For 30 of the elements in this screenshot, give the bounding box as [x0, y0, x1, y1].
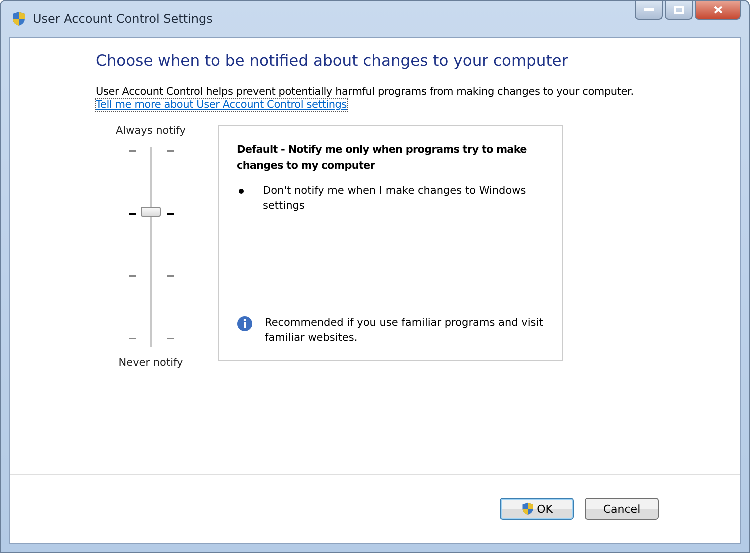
- tick-mark: [129, 338, 136, 339]
- tick-mark: [129, 275, 136, 276]
- maximize-icon: [674, 6, 684, 14]
- tick-mark: [167, 212, 174, 215]
- tick-mark: [129, 212, 136, 215]
- tick-mark: [167, 275, 174, 276]
- slider-top-label: Always notify: [116, 125, 186, 137]
- tick-mark: [167, 150, 174, 152]
- tick-mark: [167, 338, 174, 339]
- window-title: User Account Control Settings: [33, 12, 214, 26]
- description-note: Recommended if you use familiar programs and visit familiar websites.: [265, 316, 544, 346]
- minimize-icon: [644, 8, 654, 12]
- tick-mark: [129, 150, 136, 152]
- dialog-button[interactable]: Cancel: [585, 498, 659, 520]
- help-link[interactable]: Tell me more about User Account Control settings: [96, 99, 348, 111]
- description-bullet: Don't notify me when I make changes to Windows settings: [263, 184, 528, 214]
- minimize-button[interactable]: [635, 1, 663, 20]
- dialog-button[interactable]: OK: [500, 498, 574, 520]
- shield-icon: [11, 11, 27, 27]
- description-title: Default - Notify me only when programs try to make changes to my computer: [237, 143, 528, 174]
- info-icon: [237, 316, 253, 332]
- intro-text: User Account Control helps prevent potentially harmful programs from making changes to your computer.: [96, 86, 635, 98]
- slider-thumb[interactable]: [141, 207, 161, 218]
- close-icon: [714, 6, 722, 14]
- page-heading: Choose when to be notified about changes to your computer: [96, 52, 570, 70]
- shield-icon: [521, 502, 536, 516]
- slider-bottom-label: Never notify: [118, 357, 184, 369]
- bullet-icon: [239, 189, 244, 194]
- maximize-button[interactable]: [665, 1, 693, 20]
- close-button[interactable]: [695, 1, 741, 20]
